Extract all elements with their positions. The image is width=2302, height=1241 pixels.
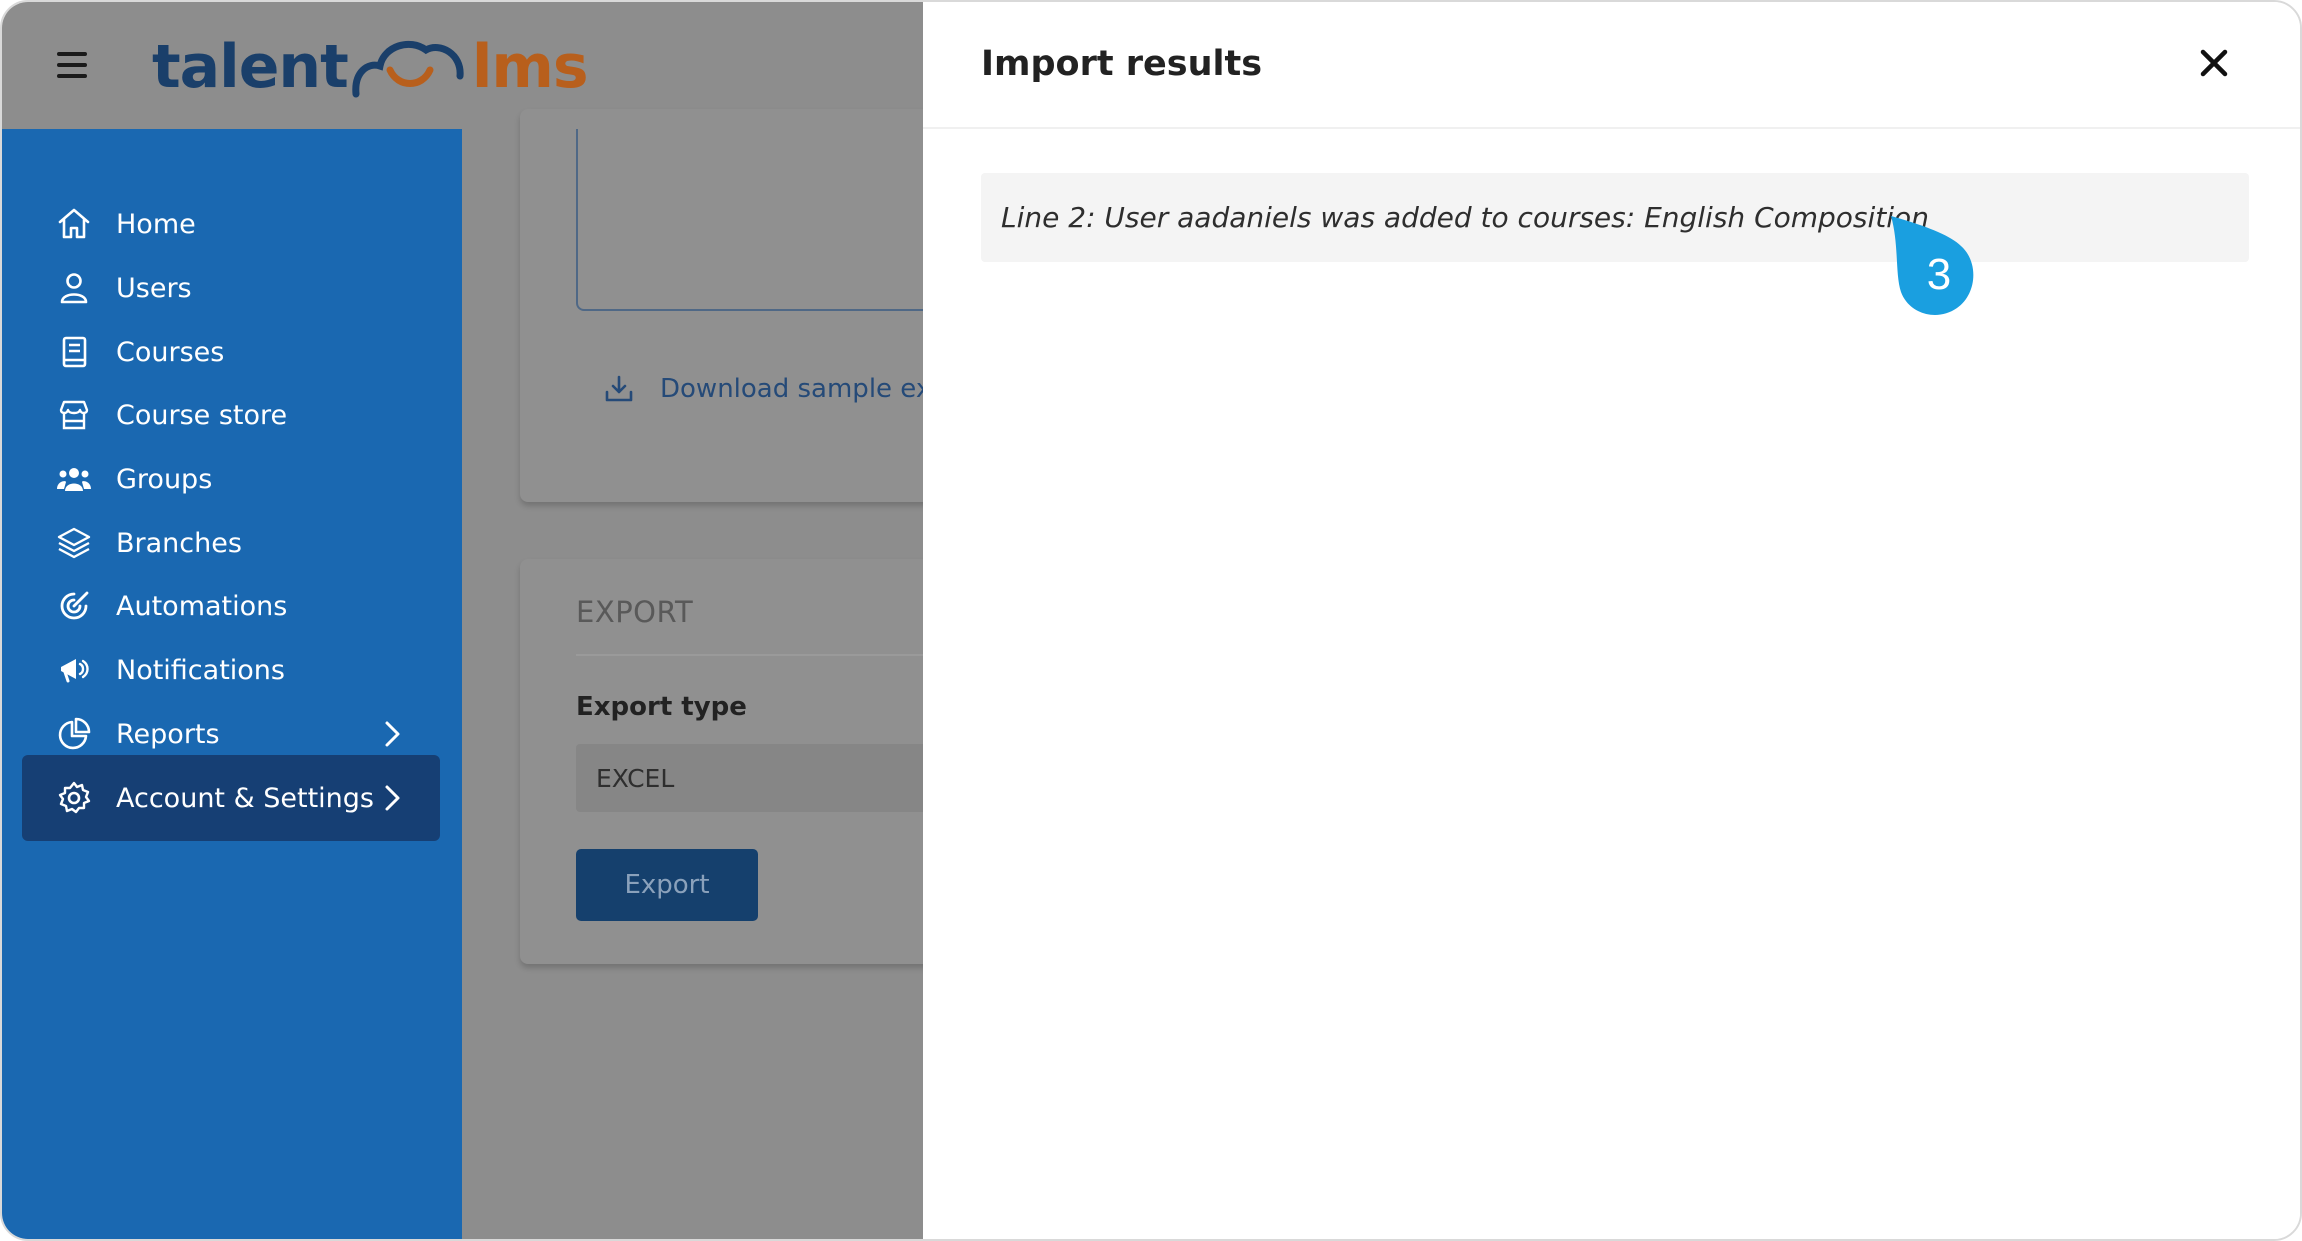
panel-header: Import results bbox=[923, 2, 2300, 129]
import-results-panel: Import results Line 2: User aadaniels wa… bbox=[923, 2, 2300, 1239]
sidebar-item-label: Automations bbox=[116, 590, 288, 622]
export-button[interactable]: Export bbox=[576, 849, 758, 921]
download-sample-label: Download sample exc bbox=[660, 374, 946, 404]
talentlms-logo[interactable]: talent lms bbox=[152, 27, 589, 107]
layers-icon bbox=[56, 525, 92, 561]
logo-text-right: lms bbox=[471, 32, 589, 102]
app-frame: talent lms Home Users Courses Course store G… bbox=[0, 0, 2302, 1241]
chevron-right-icon bbox=[385, 721, 400, 747]
sidebar-item-label: Groups bbox=[116, 463, 213, 495]
main-content: Download sample exc EXPORT Export type E… bbox=[462, 109, 976, 1239]
divider bbox=[576, 654, 976, 656]
home-icon bbox=[56, 206, 92, 242]
automation-icon bbox=[56, 588, 92, 624]
panel-title: Import results bbox=[981, 44, 1263, 84]
download-sample-link[interactable]: Download sample exc bbox=[604, 374, 945, 404]
groups-icon bbox=[56, 461, 92, 497]
export-type-select[interactable]: EXCEL bbox=[576, 744, 976, 812]
close-icon[interactable] bbox=[2198, 47, 2230, 79]
gear-icon bbox=[56, 780, 92, 816]
step-badge-number: 3 bbox=[1926, 250, 1952, 299]
hamburger-menu-icon[interactable] bbox=[57, 52, 87, 78]
store-icon bbox=[56, 397, 92, 433]
sidebar-item-label: Home bbox=[116, 208, 196, 240]
book-icon bbox=[56, 334, 92, 370]
sidebar-item-label: Users bbox=[116, 272, 192, 304]
sidebar-item-label: Courses bbox=[116, 336, 225, 368]
sidebar-item-label: Branches bbox=[116, 527, 242, 559]
logo-text-left: talent bbox=[152, 32, 349, 102]
sidebar: Home Users Courses Course store Groups Branch… bbox=[2, 129, 462, 1239]
result-line: Line 2: User aadaniels was added to cour… bbox=[981, 173, 2249, 262]
sidebar-item-label: Notifications bbox=[116, 654, 285, 686]
export-card: EXPORT Export type EXCEL Export bbox=[520, 559, 976, 964]
user-icon bbox=[56, 270, 92, 306]
download-icon bbox=[605, 375, 633, 402]
export-type-label: Export type bbox=[576, 692, 747, 722]
cloud-smile-icon bbox=[352, 40, 464, 98]
file-dropzone[interactable] bbox=[576, 129, 976, 311]
sidebar-item-label: Course store bbox=[116, 399, 288, 431]
export-heading: EXPORT bbox=[576, 595, 694, 629]
pie-chart-icon bbox=[56, 716, 92, 752]
sidebar-item-label: Reports bbox=[116, 718, 220, 750]
import-card: Download sample exc bbox=[520, 109, 976, 502]
sidebar-item-label: Account & Settings bbox=[116, 782, 374, 814]
chevron-right-icon bbox=[385, 785, 400, 811]
sidebar-item-account-settings[interactable]: Account & Settings bbox=[22, 755, 440, 841]
megaphone-icon bbox=[56, 652, 92, 688]
